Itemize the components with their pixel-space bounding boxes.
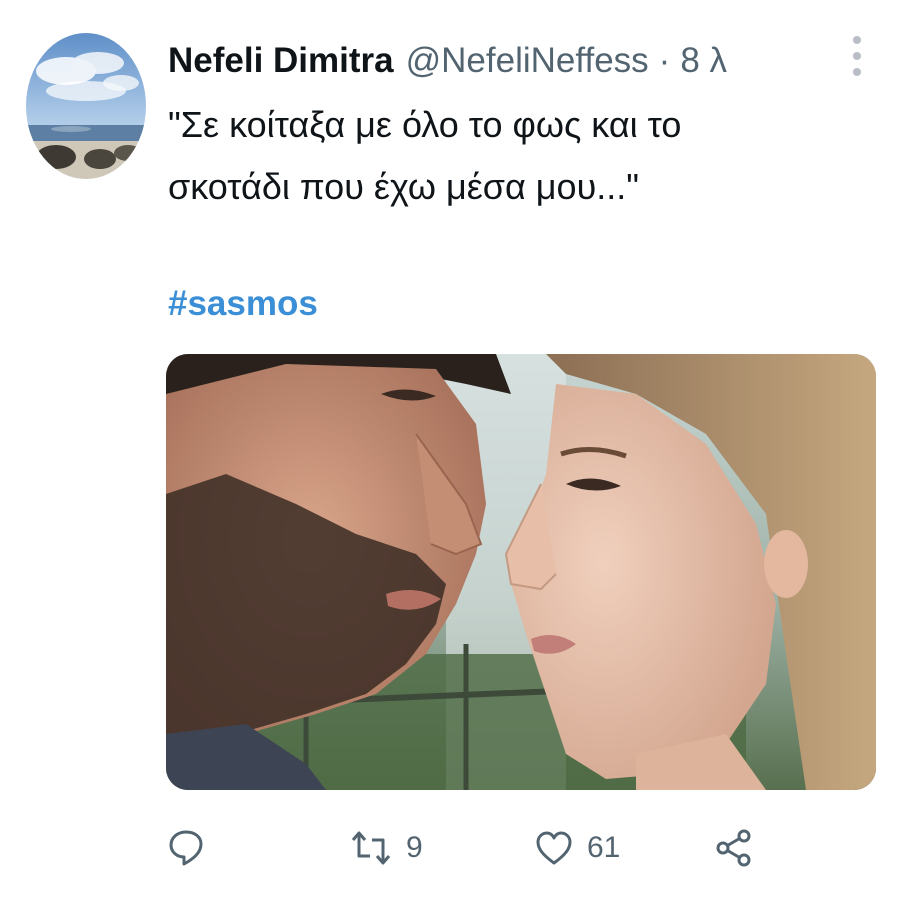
retweet-icon <box>351 831 391 865</box>
reply-icon <box>169 830 203 866</box>
separator: · <box>658 41 671 80</box>
tweet-actions: 9 61 <box>168 818 868 878</box>
share-icon <box>716 829 751 867</box>
avatar[interactable] <box>26 33 146 179</box>
dot <box>853 52 861 60</box>
heart-icon <box>536 831 572 865</box>
photo-of-couple-close-up <box>166 354 876 790</box>
avatar-image <box>26 33 146 179</box>
share-button[interactable] <box>714 818 754 878</box>
timestamp[interactable]: 8 λ <box>680 34 727 88</box>
retweet-count: 9 <box>406 831 423 864</box>
reply-button[interactable] <box>168 818 204 878</box>
retweet-button[interactable]: 9 <box>350 818 423 878</box>
tweet-text-line-2: σκοτάδι που έχω μέσα μου..." <box>168 166 640 207</box>
tweet: Nefeli Dimitra @NefeliNeffess · 8 λ "Σε … <box>0 0 900 900</box>
tweet-text-line-1: "Σε κοίταξα με όλο το φως και το <box>168 104 682 145</box>
hashtag-link[interactable]: #sasmos <box>168 284 318 324</box>
dot <box>853 36 861 44</box>
like-count: 61 <box>587 831 621 864</box>
more-options-icon[interactable] <box>848 36 866 76</box>
tweet-media-image[interactable] <box>166 354 876 790</box>
display-name[interactable]: Nefeli Dimitra <box>168 34 394 88</box>
dot <box>853 68 861 76</box>
user-handle[interactable]: @NefeliNeffess <box>406 34 649 88</box>
tweet-text: "Σε κοίταξα με όλο το φως και το σκοτάδι… <box>168 94 858 218</box>
like-button[interactable]: 61 <box>535 818 620 878</box>
tweet-header: Nefeli Dimitra @NefeliNeffess · 8 λ <box>168 34 830 88</box>
